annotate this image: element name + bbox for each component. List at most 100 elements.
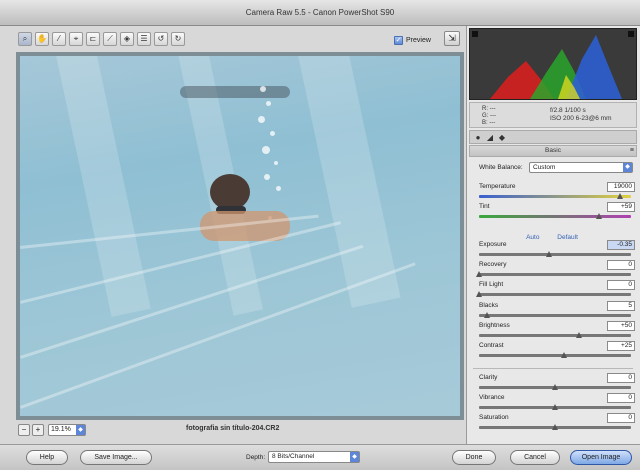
clarity-label: Clarity — [479, 374, 498, 381]
info-panel: R: --- G: --- B: --- f/2.8 1/100 s ISO 2… — [469, 102, 637, 128]
saturation-slider-thumb[interactable] — [552, 424, 558, 430]
zoom-out-button[interactable]: − — [18, 424, 30, 436]
preferences-tool-icon[interactable]: ☰ — [137, 32, 151, 46]
histogram — [469, 28, 637, 100]
panel-menu-icon[interactable]: ≡ — [630, 146, 634, 156]
help-button[interactable]: Help — [26, 450, 68, 465]
depth-value: 8 Bits/Channel — [272, 453, 315, 460]
zoom-tool-icon[interactable]: ⌕ — [18, 32, 32, 46]
brightness-slider-track[interactable] — [479, 334, 631, 337]
temperature-slider-thumb[interactable] — [617, 193, 624, 199]
fullscreen-button[interactable]: ⇲ — [444, 31, 460, 46]
section-title: Basic — [545, 147, 561, 154]
zoom-in-button[interactable]: + — [32, 424, 44, 436]
rotate-left-tool-icon[interactable]: ↺ — [154, 32, 168, 46]
white-balance-label: White Balance: — [479, 164, 523, 171]
status-bar: − + 19.1% ◆ fotografia sin título-204.CR… — [16, 421, 464, 439]
recovery-value-field[interactable]: 0 — [607, 260, 635, 270]
detail-tab-icon[interactable]: ◆ — [497, 133, 507, 143]
zoom-select[interactable]: 19.1% ◆ — [48, 424, 86, 436]
section-divider — [473, 368, 633, 369]
image-canvas[interactable] — [16, 52, 464, 420]
vibrance-control: Vibrance 0 — [479, 393, 637, 414]
contrast-slider-thumb[interactable] — [561, 352, 568, 358]
temperature-control: Temperature 19000 — [479, 182, 637, 203]
preview-checkbox[interactable]: ✓ — [394, 35, 403, 45]
white-balance-select[interactable]: Custom ◆ — [529, 162, 633, 173]
saturation-value-field[interactable]: 0 — [607, 413, 635, 423]
blacks-control: Blacks 5 — [479, 301, 637, 322]
green-readout: G: --- — [482, 113, 496, 119]
retouch-tool-icon[interactable]: ◈ — [120, 32, 134, 46]
recovery-label: Recovery — [479, 261, 507, 268]
temperature-value-field[interactable]: 19000 — [607, 182, 635, 192]
tone-curve-tab-icon[interactable]: ◢ — [485, 133, 495, 143]
zoom-value: 19.1% — [51, 426, 71, 433]
fill-light-value-field[interactable]: 0 — [607, 280, 635, 290]
hand-tool-icon[interactable]: ✋ — [35, 32, 49, 46]
open-image-button[interactable]: Open Image — [570, 450, 632, 465]
shadow-clipping-icon[interactable] — [472, 31, 478, 37]
fill-light-control: Fill Light 0 — [476, 280, 637, 301]
fill-light-slider-track[interactable] — [479, 293, 631, 296]
recovery-slider-thumb[interactable] — [476, 271, 482, 277]
brightness-value-field[interactable]: +50 — [607, 321, 635, 331]
default-link[interactable]: Default — [557, 234, 578, 241]
exposure-value-field[interactable]: -0.35 — [607, 240, 635, 250]
temperature-slider-track[interactable] — [479, 195, 631, 198]
exposure-control: Exposure -0.35 — [479, 240, 637, 261]
footer-bar: Help Save Image... Depth: 8 Bits/Channel… — [0, 444, 640, 470]
depth-select[interactable]: 8 Bits/Channel ◆ — [268, 451, 360, 463]
tint-slider-thumb[interactable] — [596, 213, 603, 219]
recovery-slider-track[interactable] — [479, 273, 631, 276]
fill-light-label: Fill Light — [479, 281, 504, 288]
contrast-label: Contrast — [479, 342, 504, 349]
straighten-tool-icon[interactable]: ⟋ — [103, 32, 117, 46]
crop-tool-icon[interactable]: ⊏ — [86, 32, 100, 46]
contrast-value-field[interactable]: +25 — [607, 341, 635, 351]
clarity-value-field[interactable]: 0 — [607, 373, 635, 383]
saturation-control: Saturation 0 — [479, 413, 637, 434]
file-name: fotografia sin título-204.CR2 — [186, 425, 280, 432]
tint-slider-track[interactable] — [479, 215, 631, 218]
brightness-control: Brightness +50 — [479, 321, 637, 342]
exif-info: f/2.8 1/100 s ISO 200 6-23@6 mm — [550, 107, 612, 123]
vibrance-slider-thumb[interactable] — [552, 404, 558, 410]
blacks-label: Blacks — [479, 302, 499, 309]
tint-value-field[interactable]: +59 — [607, 202, 635, 212]
window-title: Camera Raw 5.5 - Canon PowerShot S90 — [0, 0, 640, 26]
cancel-button[interactable]: Cancel — [510, 450, 560, 465]
depth-label: Depth: — [246, 454, 266, 461]
fill-light-slider-thumb[interactable] — [476, 291, 482, 297]
blacks-value-field[interactable]: 5 — [607, 301, 635, 311]
blacks-slider-thumb[interactable] — [483, 312, 490, 318]
contrast-control: Contrast +25 — [479, 341, 637, 362]
clarity-slider-thumb[interactable] — [552, 384, 558, 390]
toolbar: ✓ Preview ⇲ ⌕ ✋ ⁄ ⌖ ⊏ ⟋ ◈ ☰ ↺ ↻ — [16, 30, 464, 50]
right-panel: R: --- G: --- B: --- f/2.8 1/100 s ISO 2… — [466, 26, 640, 444]
exposure-slider-track[interactable] — [479, 253, 631, 256]
tint-control: Tint +59 — [479, 202, 637, 223]
rotate-right-tool-icon[interactable]: ↻ — [171, 32, 185, 46]
exposure-label: Exposure — [479, 241, 507, 248]
save-image-button[interactable]: Save Image... — [80, 450, 152, 465]
auto-link[interactable]: Auto — [526, 234, 539, 241]
exposure-slider-thumb[interactable] — [545, 251, 552, 257]
rgb-readout: R: --- G: --- B: --- — [482, 106, 496, 127]
panel-tabs: ● ◢ ◆ — [469, 130, 637, 144]
white-balance-row: White Balance: Custom ◆ — [479, 162, 635, 174]
preview-toggle[interactable]: ✓ Preview — [394, 34, 431, 46]
temperature-label: Temperature — [479, 183, 516, 190]
blacks-slider-track[interactable] — [479, 314, 631, 317]
basic-tab-icon[interactable]: ● — [473, 133, 483, 143]
contrast-slider-track[interactable] — [479, 354, 631, 357]
vibrance-label: Vibrance — [479, 394, 505, 401]
preview-label: Preview — [406, 36, 431, 44]
highlight-clipping-icon[interactable] — [628, 31, 634, 37]
color-sampler-tool-icon[interactable]: ⌖ — [69, 32, 83, 46]
vibrance-value-field[interactable]: 0 — [607, 393, 635, 403]
done-button[interactable]: Done — [452, 450, 496, 465]
white-balance-value: Custom — [533, 164, 556, 171]
white-balance-tool-icon[interactable]: ⁄ — [52, 32, 66, 46]
brightness-slider-thumb[interactable] — [576, 332, 583, 338]
